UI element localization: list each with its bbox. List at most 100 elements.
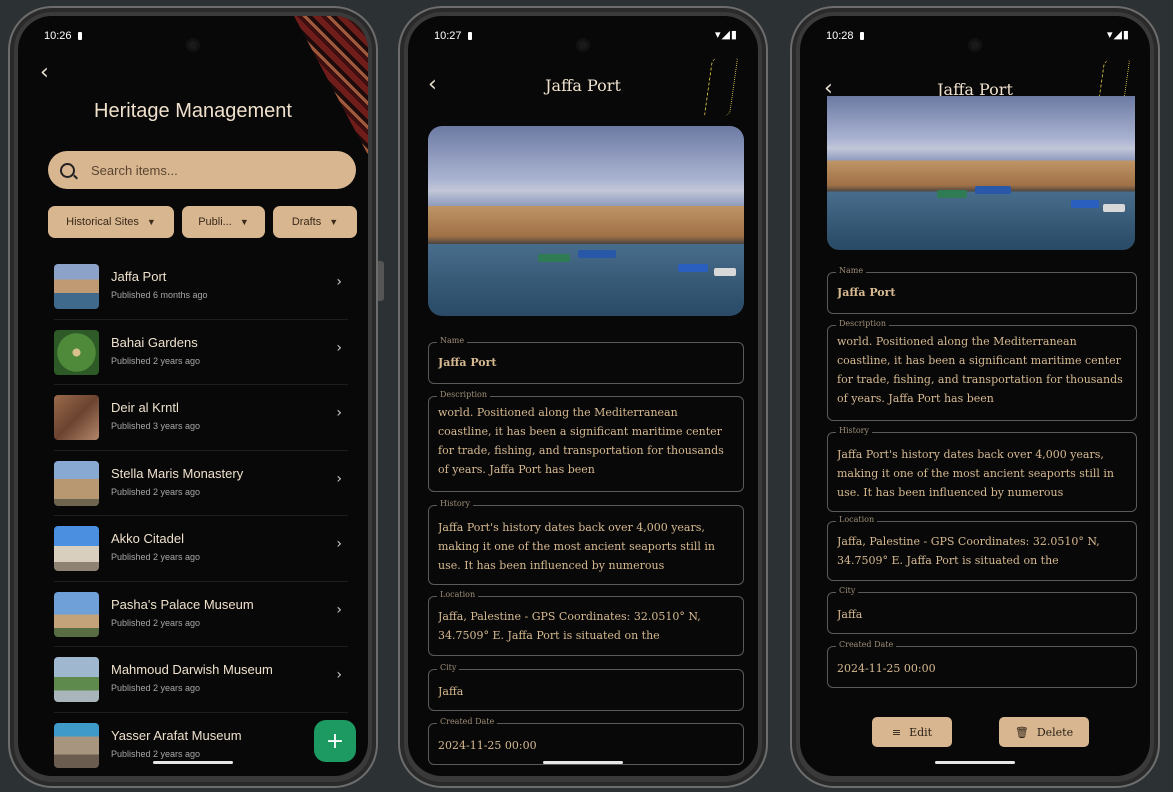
field-value: Jaffa Port's history dates back over 4,0…	[438, 521, 716, 572]
item-thumbnail	[54, 460, 99, 506]
list-item[interactable]: Deir al Krntl Published 3 years ago ›	[54, 385, 348, 451]
item-published: Published 6 months ago	[111, 290, 208, 300]
chevron-down-icon: ▼	[329, 217, 339, 227]
search-bar[interactable]	[48, 151, 356, 189]
edit-icon: ≡	[891, 725, 902, 739]
city-field[interactable]: City Jaffa	[428, 663, 744, 711]
item-thumbnail	[54, 329, 99, 375]
item-published: Published 2 years ago	[111, 617, 201, 628]
name-field[interactable]: Name Jaffa Port	[428, 336, 744, 384]
delete-label: Delete	[1036, 725, 1074, 739]
item-thumbnail	[54, 591, 99, 637]
back-chevron-icon[interactable]: ‹	[40, 60, 49, 85]
heritage-list: Jaffa Port Published 6 months ago › Baha…	[54, 254, 348, 776]
item-name: Jaffa Port	[111, 269, 167, 284]
search-input[interactable]	[89, 161, 333, 179]
list-item[interactable]: Jaffa Port Published 6 months ago ›	[54, 254, 348, 320]
item-published: Published 2 years ago	[111, 486, 201, 497]
created-date-field[interactable]: Created Date 2024-11-25 00:00	[827, 640, 1137, 688]
item-published: Published 2 years ago	[111, 748, 201, 759]
history-field[interactable]: History Jaffa Port's history dates back …	[428, 499, 744, 585]
boat-shape	[1103, 204, 1125, 212]
status-icons: ▾◢▮	[714, 28, 738, 41]
item-published: Published 2 years ago	[111, 552, 201, 562]
city-field[interactable]: City Jaffa	[827, 586, 1137, 634]
screen-detail-actions: 10:28 ▾◢▮ ‹ Jaffa Port Name Jaffa Port D…	[800, 16, 1150, 776]
field-label: Description	[437, 390, 490, 399]
history-field[interactable]: History Jaffa Port's history dates back …	[827, 426, 1137, 512]
camera-cutout	[968, 38, 982, 52]
item-thumbnail	[54, 722, 99, 768]
boat-shape	[678, 264, 708, 272]
name-field[interactable]: Name Jaffa Port	[827, 266, 1137, 314]
phone-frame-list: 10:26 ▾◢▮ ‹ Heritage Management Historic…	[8, 6, 384, 788]
status-time: 10:27	[434, 30, 472, 42]
item-published: Published 2 years ago	[111, 355, 201, 366]
field-label: Created Date	[836, 640, 897, 649]
field-label: Name	[437, 336, 468, 345]
item-published: Published 2 years ago	[111, 683, 201, 693]
field-label: Location	[437, 590, 479, 599]
item-name: Akko Citadel	[111, 531, 184, 546]
volume-button	[378, 261, 384, 301]
description-field[interactable]: Description world. Positioned along the …	[428, 390, 744, 492]
location-field[interactable]: Location Jaffa, Palestine - GPS Coordina…	[827, 515, 1137, 581]
field-value: Jaffa	[438, 685, 464, 698]
field-value: Jaffa	[837, 608, 863, 621]
field-value: Jaffa, Palestine - GPS Coordinates: 32.0…	[438, 610, 701, 642]
item-name: Yasser Arafat Museum	[111, 727, 242, 743]
chevron-right-icon: ›	[336, 405, 342, 421]
field-label: City	[836, 586, 859, 595]
phone-frame-detail: 10:27 ▾◢▮ ‹ Jaffa Port Name Jaffa Port D…	[398, 6, 768, 788]
list-item[interactable]: Stella Maris Monastery Published 2 years…	[54, 451, 348, 516]
boat-shape	[975, 186, 1011, 194]
field-value: Jaffa Port	[837, 286, 896, 299]
field-value: 2024-11-25 00:00	[438, 739, 537, 752]
created-date-field[interactable]: Created Date 2024-11-25 00:00	[428, 717, 744, 765]
filter-row: Historical Sites ▼ Publi... ▼ Drafts ▼	[48, 206, 357, 238]
boat-shape	[714, 268, 736, 276]
page-title: Heritage Management	[94, 100, 292, 122]
site-photo	[827, 96, 1135, 250]
camera-cutout	[186, 38, 200, 52]
home-indicator	[153, 761, 233, 764]
chevron-right-icon: ›	[336, 601, 342, 618]
boat-shape	[578, 250, 616, 258]
description-field[interactable]: Description world. Positioned along the …	[827, 319, 1137, 421]
item-thumbnail	[54, 395, 99, 440]
screen-heritage-list: 10:26 ▾◢▮ ‹ Heritage Management Historic…	[18, 16, 368, 776]
delete-button[interactable]: 🗑 Delete	[999, 717, 1089, 747]
trash-icon: 🗑	[1014, 725, 1029, 739]
list-item[interactable]: Bahai Gardens Published 2 years ago ›	[54, 320, 348, 385]
screen-detail-view: 10:27 ▾◢▮ ‹ Jaffa Port Name Jaffa Port D…	[408, 16, 758, 776]
chevron-right-icon: ›	[336, 274, 342, 290]
palestine-map-icon	[703, 58, 739, 116]
status-icons: ▾◢▮	[1106, 28, 1130, 41]
chevron-right-icon: ›	[336, 536, 342, 552]
field-value: world. Positioned along the Mediterranea…	[438, 406, 724, 476]
list-item[interactable]: Yasser Arafat Museum Published 2 years a…	[54, 713, 348, 777]
add-item-button[interactable]: +	[314, 720, 356, 762]
field-label: Name	[836, 266, 867, 275]
boat-shape	[538, 254, 570, 262]
filter-category-dropdown[interactable]: Historical Sites ▼	[48, 206, 174, 238]
chevron-right-icon: ›	[336, 667, 342, 683]
status-time: 10:26	[44, 30, 82, 42]
list-item[interactable]: Akko Citadel Published 2 years ago ›	[54, 516, 348, 582]
home-indicator	[935, 761, 1015, 764]
list-item[interactable]: Pasha's Palace Museum Published 2 years …	[54, 582, 348, 647]
filter-drafts-dropdown[interactable]: Drafts ▼	[273, 206, 357, 238]
edit-label: Edit	[909, 725, 933, 739]
filter-status-dropdown[interactable]: Publi... ▼	[182, 206, 265, 238]
filter-status-label: Publi...	[198, 216, 232, 228]
edit-button[interactable]: ≡ Edit	[872, 717, 952, 747]
filter-drafts-label: Drafts	[291, 216, 322, 228]
boat-shape	[937, 190, 967, 198]
chevron-right-icon: ›	[336, 339, 342, 356]
field-value: Jaffa, Palestine - GPS Coordinates: 32.0…	[837, 535, 1100, 567]
location-field[interactable]: Location Jaffa, Palestine - GPS Coordina…	[428, 590, 744, 656]
item-name: Stella Maris Monastery	[111, 465, 244, 481]
list-item[interactable]: Mahmoud Darwish Museum Published 2 years…	[54, 647, 348, 713]
status-time: 10:28	[826, 30, 864, 42]
item-thumbnail	[54, 264, 99, 309]
